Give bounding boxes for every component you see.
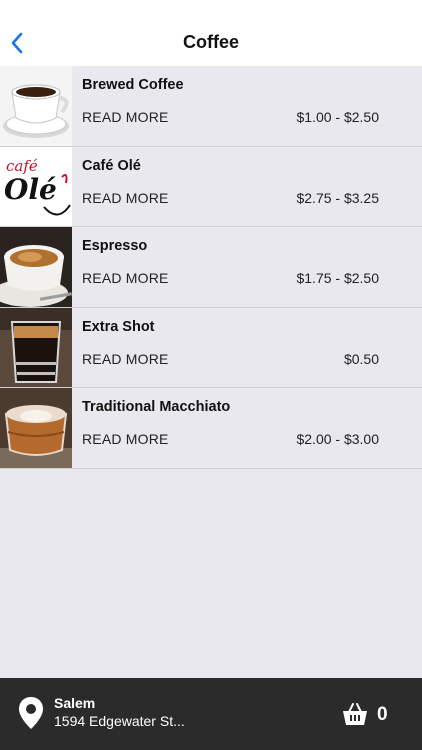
read-more-link[interactable]: READ MORE — [82, 190, 169, 206]
logo-text-bottom: Olé — [4, 173, 57, 206]
espresso-image — [0, 227, 72, 307]
cafe-ole-logo-image: café Olé — [0, 146, 72, 226]
list-item-brewed-coffee[interactable]: Brewed Coffee READ MORE $1.00 - $2.50 — [0, 66, 422, 147]
location-address[interactable]: 1594 Edgewater St... — [54, 713, 185, 729]
list-item-espresso[interactable]: Espresso READ MORE $1.75 - $2.50 — [0, 227, 422, 308]
basket-icon[interactable] — [342, 702, 368, 726]
page-title: Coffee — [182, 32, 239, 52]
list-item-traditional-macchiato[interactable]: Traditional Macchiato READ MORE $2.00 - … — [0, 388, 422, 469]
item-name: Espresso — [82, 238, 148, 254]
item-price: $0.50 — [343, 350, 379, 367]
location-cart-bar: Salem 1594 Edgewater St... 0 — [0, 678, 422, 750]
extra-shot-image — [0, 307, 72, 387]
location-name[interactable]: Salem — [54, 695, 95, 711]
read-more-link[interactable]: READ MORE — [82, 351, 169, 367]
read-more-link[interactable]: READ MORE — [82, 431, 169, 447]
list-item-extra-shot[interactable]: Extra Shot READ MORE $0.50 — [0, 307, 422, 388]
brewed-coffee-image — [0, 66, 72, 146]
read-more-link[interactable]: READ MORE — [82, 109, 169, 125]
navigation-bar: Coffee — [0, 0, 422, 66]
item-name: Extra Shot — [82, 318, 155, 335]
cart-count[interactable]: 0 — [377, 704, 388, 726]
macchiato-image — [0, 388, 72, 468]
list-item-cafe-ole[interactable]: café Olé Café Olé READ MORE $2.75 - $3.2… — [0, 146, 422, 227]
item-price: $2.75 - $3.25 — [296, 189, 379, 206]
item-price: $1.00 - $2.50 — [296, 109, 379, 125]
item-name: Brewed Coffee — [82, 77, 184, 93]
item-name: Café Olé — [82, 157, 141, 174]
item-price: $2.00 - $3.00 — [296, 431, 379, 447]
item-name: Traditional Macchiato — [82, 399, 231, 415]
product-list: Brewed Coffee READ MORE $1.00 - $2.50 ca… — [0, 66, 422, 469]
item-price: $1.75 - $2.50 — [296, 270, 379, 286]
read-more-link[interactable]: READ MORE — [82, 270, 169, 286]
map-pin-icon[interactable] — [18, 696, 44, 730]
